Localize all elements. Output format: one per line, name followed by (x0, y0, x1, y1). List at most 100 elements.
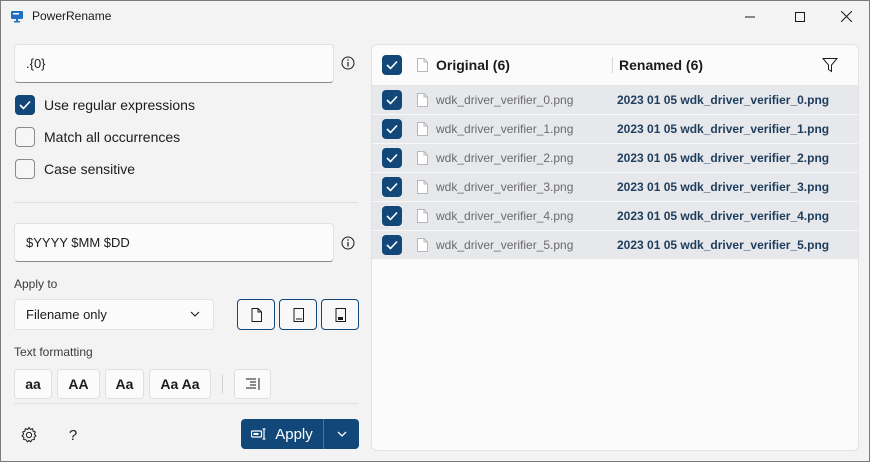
enumerate-items-button[interactable] (234, 369, 271, 399)
table-row[interactable]: wdk_driver_verifier_1.png 2023 01 05 wdk… (372, 115, 858, 144)
replace-input-value: $YYYY $MM $DD (26, 235, 130, 250)
use-regex-option[interactable]: Use regular expressions (15, 94, 195, 116)
checkmark-icon (386, 124, 398, 134)
renamed-filename: 2023 01 05 wdk_driver_verifier_2.png (617, 151, 830, 165)
capitalize-each-word-button-label: Aa Aa (160, 376, 200, 392)
row-checkbox[interactable] (382, 235, 402, 255)
include-files-icon (251, 307, 262, 322)
search-input-value: .{0} (26, 56, 46, 71)
settings-button[interactable] (19, 425, 39, 445)
renamed-filename: 2023 01 05 wdk_driver_verifier_1.png (617, 122, 830, 136)
text-formatting-label: Text formatting (14, 345, 93, 359)
table-row[interactable]: wdk_driver_verifier_5.png 2023 01 05 wdk… (372, 231, 858, 260)
close-icon (840, 11, 852, 22)
title-bar: PowerRename (1, 1, 869, 32)
renamed-filename: 2023 01 05 wdk_driver_verifier_4.png (617, 209, 830, 223)
checkmark-icon (386, 240, 398, 250)
titlecase-button-label: Aa (115, 376, 134, 392)
table-row[interactable]: wdk_driver_verifier_0.png 2023 01 05 wdk… (372, 86, 858, 115)
include-subfolders-button[interactable] (321, 299, 359, 330)
uppercase-button-label: AA (68, 376, 89, 392)
file-icon (417, 151, 428, 165)
checkmark-icon (386, 153, 398, 163)
apply-button-label: Apply (275, 425, 313, 443)
info-icon[interactable] (341, 56, 355, 70)
powerrename-window: PowerRename .{0} Use regular expressions… (0, 0, 870, 462)
match-all-label: Match all occurrences (44, 129, 181, 145)
file-icon (417, 238, 428, 252)
maximize-button[interactable] (777, 1, 823, 32)
checkmark-icon (19, 100, 31, 110)
row-checkbox[interactable] (382, 148, 402, 168)
powerrename-app-icon (11, 11, 23, 23)
case-sensitive-option[interactable]: Case sensitive (15, 158, 135, 180)
uppercase-button[interactable]: AA (57, 369, 100, 399)
checkmark-icon (386, 182, 398, 192)
original-filename: wdk_driver_verifier_5.png (436, 238, 574, 252)
filter-icon[interactable] (822, 57, 838, 73)
minimize-icon (745, 16, 755, 17)
chevron-down-icon (337, 431, 346, 437)
file-icon (417, 58, 428, 72)
original-column-header: Original (6) (436, 57, 510, 73)
file-icon (417, 180, 428, 194)
use-regex-label: Use regular expressions (44, 97, 195, 113)
file-list-panel: Original (6) Renamed (6) wdk_driver_veri… (371, 44, 859, 451)
info-icon[interactable] (341, 236, 355, 250)
original-filename: wdk_driver_verifier_3.png (436, 180, 574, 194)
include-folders-icon (293, 307, 304, 322)
lowercase-button[interactable]: aa (14, 369, 52, 399)
apply-split-button: Apply (241, 419, 359, 449)
file-icon (417, 122, 428, 136)
capitalize-each-word-button[interactable]: Aa Aa (149, 369, 211, 399)
include-files-button[interactable] (237, 299, 275, 330)
original-filename: wdk_driver_verifier_1.png (436, 122, 574, 136)
row-checkbox[interactable] (382, 177, 402, 197)
row-checkbox[interactable] (382, 119, 402, 139)
match-all-option[interactable]: Match all occurrences (15, 126, 180, 148)
titlecase-button[interactable]: Aa (105, 369, 144, 399)
match-all-checkbox[interactable] (15, 127, 35, 147)
maximize-icon (795, 11, 805, 22)
minimize-button[interactable] (727, 1, 773, 32)
close-button[interactable] (823, 1, 869, 32)
file-list-header: Original (6) Renamed (6) (372, 45, 858, 86)
enumerate-items-icon (245, 378, 259, 390)
apply-button[interactable]: Apply (241, 419, 323, 449)
renamed-filename: 2023 01 05 wdk_driver_verifier_3.png (617, 180, 830, 194)
gear-icon (21, 426, 37, 443)
original-filename: wdk_driver_verifier_2.png (436, 151, 574, 165)
file-icon (417, 209, 428, 223)
original-filename: wdk_driver_verifier_4.png (436, 209, 574, 223)
search-input[interactable]: .{0} (14, 44, 334, 83)
checkmark-icon (386, 95, 398, 105)
apply-to-dropdown[interactable]: Filename only (14, 299, 214, 330)
column-separator (612, 57, 613, 73)
renamed-filename: 2023 01 05 wdk_driver_verifier_5.png (617, 238, 830, 252)
window-title: PowerRename (32, 9, 112, 23)
case-sensitive-label: Case sensitive (44, 161, 136, 177)
include-folders-button[interactable] (279, 299, 317, 330)
row-checkbox[interactable] (382, 206, 402, 226)
use-regex-checkbox[interactable] (15, 95, 35, 115)
renamed-filename: 2023 01 05 wdk_driver_verifier_0.png (617, 93, 830, 107)
lowercase-button-label: aa (25, 376, 41, 392)
table-row[interactable]: wdk_driver_verifier_4.png 2023 01 05 wdk… (372, 202, 858, 231)
apply-to-label: Apply to (14, 277, 58, 291)
checkmark-icon (386, 211, 398, 221)
help-button[interactable]: ? (63, 425, 83, 445)
apply-to-selected: Filename only (26, 307, 107, 322)
apply-options-button[interactable] (324, 419, 359, 449)
divider (14, 202, 358, 203)
file-icon (417, 93, 428, 107)
include-subfolders-icon (335, 307, 346, 322)
table-row[interactable]: wdk_driver_verifier_3.png 2023 01 05 wdk… (372, 173, 858, 202)
case-sensitive-checkbox[interactable] (15, 159, 35, 179)
chevron-down-icon (190, 311, 200, 317)
select-all-checkbox[interactable] (382, 55, 402, 75)
replace-input[interactable]: $YYYY $MM $DD (14, 223, 334, 262)
format-separator (222, 375, 223, 393)
table-row[interactable]: wdk_driver_verifier_2.png 2023 01 05 wdk… (372, 144, 858, 173)
row-checkbox[interactable] (382, 90, 402, 110)
rename-icon (251, 428, 266, 440)
